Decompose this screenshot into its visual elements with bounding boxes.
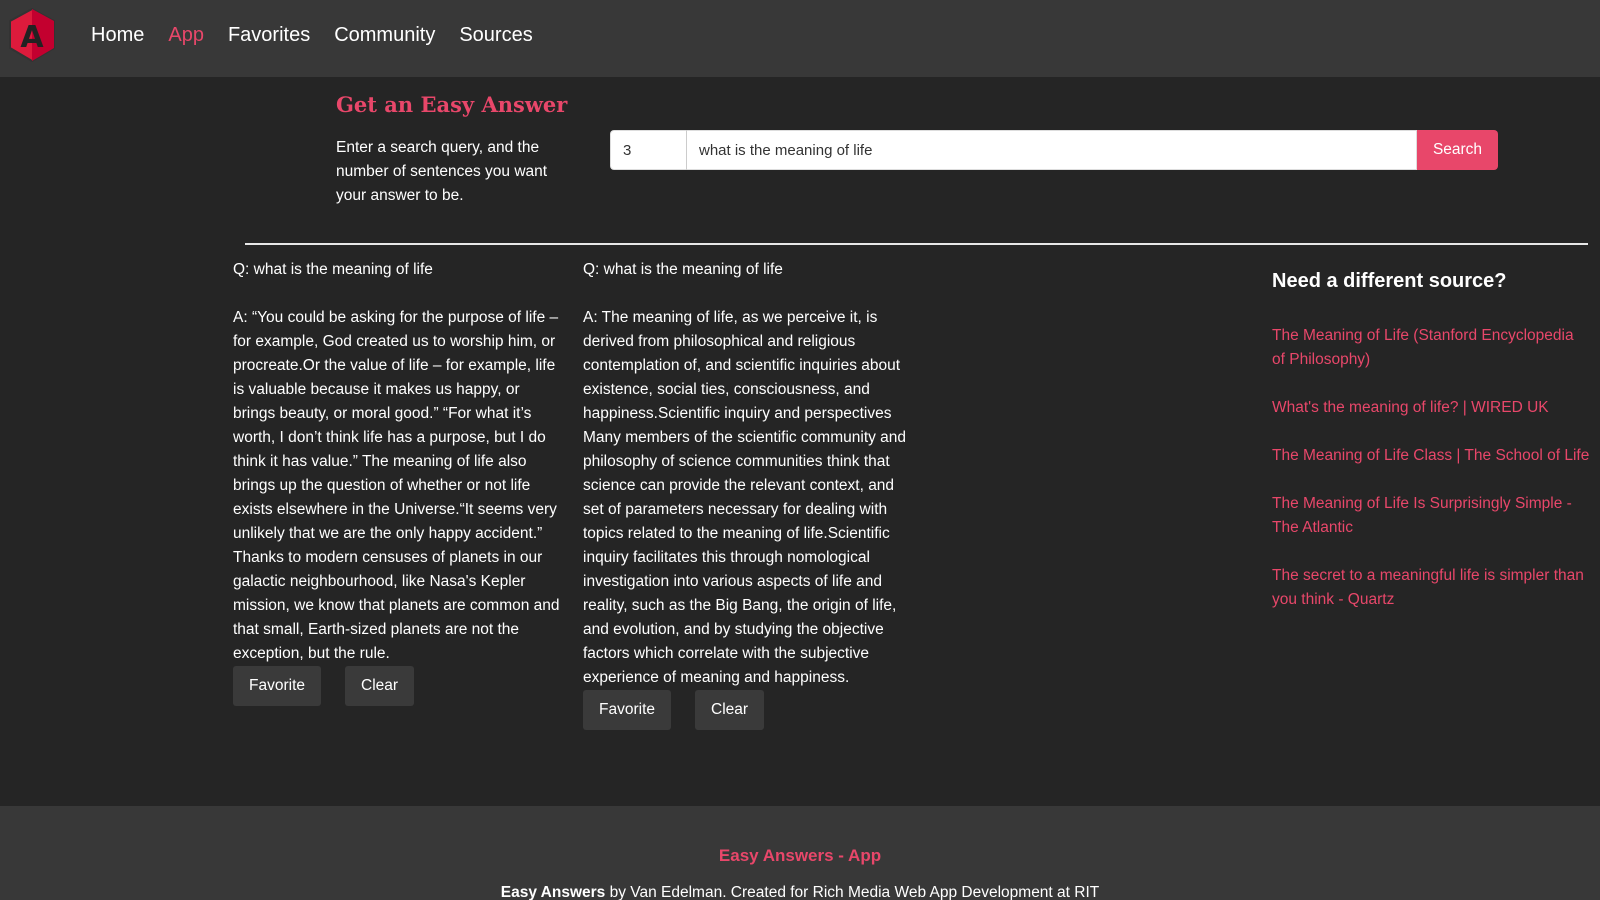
nav-links: Home App Favorites Community Sources [91, 22, 557, 48]
nav-link-app[interactable]: App [168, 22, 204, 48]
intro-text: Enter a search query, and the number of … [336, 139, 548, 204]
page-title: Get an Easy Answer [336, 92, 568, 117]
search-bar: Search [610, 130, 1498, 170]
answer-card: Q: what is the meaning of life A: The me… [583, 258, 908, 730]
source-link[interactable]: What's the meaning of life? | WIRED UK [1272, 396, 1590, 420]
clear-button[interactable]: Clear [695, 690, 765, 730]
clear-button[interactable]: Clear [345, 666, 415, 706]
logo-letter: A [20, 20, 44, 55]
footer-credit: Easy Answers by Van Edelman. Created for… [0, 884, 1600, 900]
sources-heading: Need a different source? [1272, 270, 1507, 292]
nav-link-sources[interactable]: Sources [459, 22, 532, 48]
sentence-count-input[interactable] [610, 130, 687, 170]
footer-title: Easy Answers - App [718, 846, 882, 865]
favorite-button[interactable]: Favorite [233, 666, 321, 706]
source-link[interactable]: The Meaning of Life (Stanford Encycloped… [1272, 324, 1590, 372]
nav-link-community[interactable]: Community [334, 22, 435, 48]
answer-actions: Favorite Clear [583, 690, 908, 730]
answer-card: Q: what is the meaning of life A: “You c… [233, 258, 563, 706]
divider [245, 243, 1588, 245]
footer-credit-text: by Van Edelman. Created for Rich Media W… [605, 884, 1100, 900]
angular-logo-icon[interactable]: A [8, 8, 56, 62]
top-navbar: A Home App Favorites Community Sources [0, 0, 1600, 77]
nav-link-home[interactable]: Home [91, 22, 144, 48]
footer: Easy Answers - App Easy Answers by Van E… [0, 806, 1600, 900]
sources-panel: Need a different source? The Meaning of … [1272, 268, 1590, 636]
answer-actions: Favorite Clear [233, 666, 563, 706]
question-text: Q: what is the meaning of life [233, 261, 433, 278]
source-link[interactable]: The Meaning of Life Class | The School o… [1272, 444, 1590, 468]
nav-link-favorites[interactable]: Favorites [228, 22, 310, 48]
footer-brand: Easy Answers [500, 884, 606, 900]
answer-text: A: The meaning of life, as we perceive i… [583, 309, 907, 686]
favorite-button[interactable]: Favorite [583, 690, 671, 730]
source-link[interactable]: The secret to a meaningful life is simpl… [1272, 564, 1590, 612]
search-button[interactable]: Search [1417, 130, 1498, 170]
question-text: Q: what is the meaning of life [583, 261, 783, 278]
search-input[interactable] [687, 130, 1417, 170]
source-link[interactable]: The Meaning of Life Is Surprisingly Simp… [1272, 492, 1590, 540]
answer-text: A: “You could be asking for the purpose … [233, 309, 560, 662]
